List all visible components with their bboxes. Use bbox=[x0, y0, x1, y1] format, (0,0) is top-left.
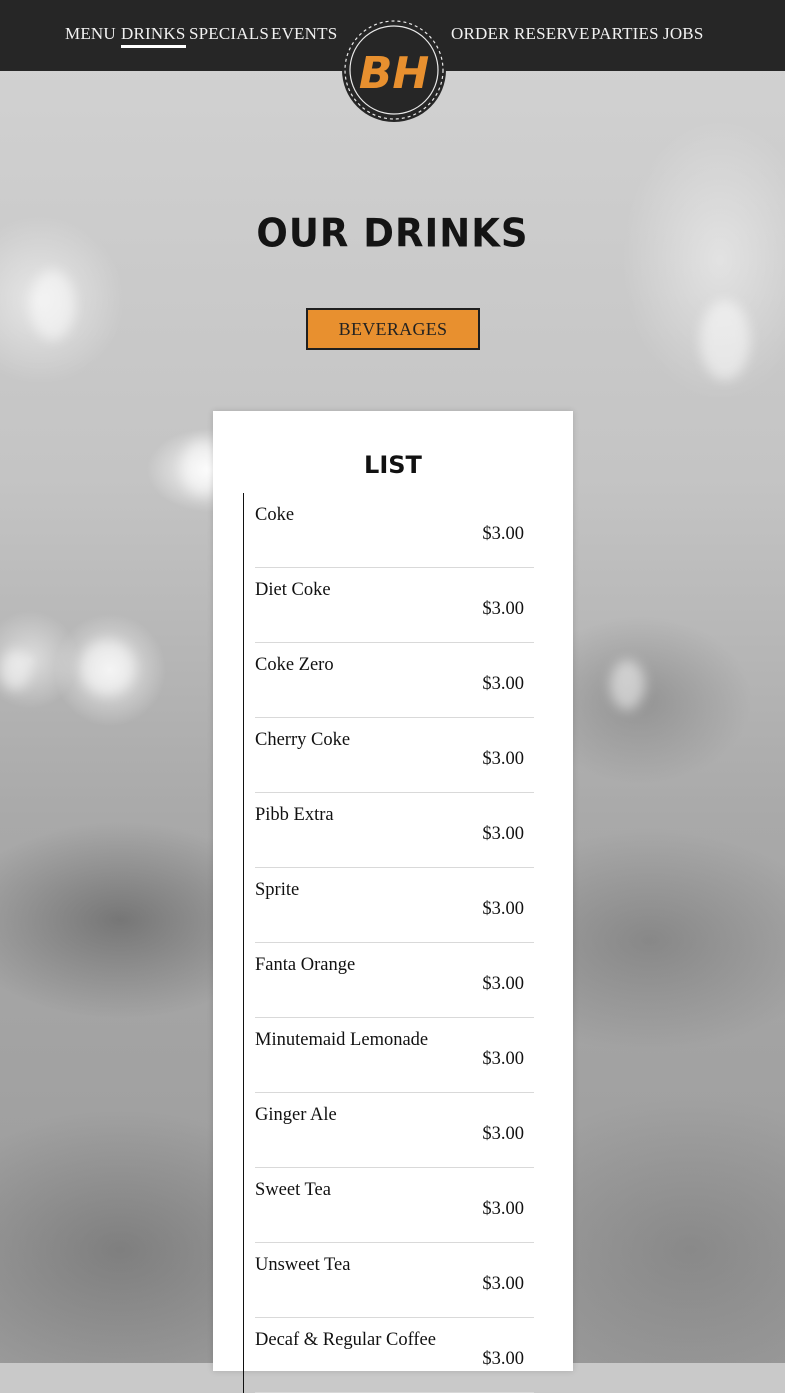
bh-logo[interactable]: BH bbox=[340, 16, 448, 124]
list-item: Minutemaid Lemonade $3.00 bbox=[255, 1018, 534, 1093]
list-item: Sprite $3.00 bbox=[255, 868, 534, 943]
item-name: Minutemaid Lemonade bbox=[255, 1030, 429, 1050]
nav-jobs[interactable]: JOBS bbox=[663, 24, 704, 44]
item-price: $3.00 bbox=[482, 1349, 524, 1369]
item-name: Fanta Orange bbox=[255, 955, 356, 975]
list-item: Coke Zero $3.00 bbox=[255, 643, 534, 718]
item-price: $3.00 bbox=[482, 599, 524, 619]
nav-parties[interactable]: PARTIES bbox=[591, 24, 659, 44]
nav-order[interactable]: ORDER bbox=[451, 24, 510, 44]
list-item: Cherry Coke $3.00 bbox=[255, 718, 534, 793]
list-item: Diet Coke $3.00 bbox=[255, 568, 534, 643]
item-name: Cherry Coke bbox=[255, 730, 351, 750]
beverages-button[interactable]: BEVERAGES bbox=[306, 308, 480, 350]
list-item: Pibb Extra $3.00 bbox=[255, 793, 534, 868]
item-price: $3.00 bbox=[482, 524, 524, 544]
nav-specials[interactable]: SPECIALS bbox=[189, 24, 269, 44]
list-item: Unsweet Tea $3.00 bbox=[255, 1243, 534, 1318]
item-price: $3.00 bbox=[482, 1199, 524, 1219]
list-item: Fanta Orange $3.00 bbox=[255, 943, 534, 1018]
item-price: $3.00 bbox=[482, 674, 524, 694]
nav-menu[interactable]: MENU bbox=[65, 24, 116, 44]
item-name: Coke Zero bbox=[255, 655, 334, 675]
item-name: Sprite bbox=[255, 880, 300, 900]
list-title: LIST bbox=[364, 451, 422, 479]
item-name: Coke bbox=[255, 505, 295, 525]
list-item: Sweet Tea $3.00 bbox=[255, 1168, 534, 1243]
drinks-list-card: LIST Coke $3.00 Diet Coke $3.00 Coke Zero $… bbox=[213, 411, 573, 1393]
item-name: Pibb Extra bbox=[255, 805, 334, 825]
item-price: $3.00 bbox=[482, 1049, 524, 1069]
nav-events[interactable]: EVENTS bbox=[271, 24, 337, 44]
logo-text: BH bbox=[359, 48, 429, 99]
nav-drinks[interactable]: DRINKS bbox=[121, 24, 186, 48]
item-name: Diet Coke bbox=[255, 580, 331, 600]
item-name: Unsweet Tea bbox=[255, 1255, 351, 1275]
item-name: Ginger Ale bbox=[255, 1105, 337, 1125]
item-price: $3.00 bbox=[482, 899, 524, 919]
item-name: Sweet Tea bbox=[255, 1180, 331, 1200]
item-name: Decaf & Regular Coffee bbox=[255, 1330, 436, 1350]
list-item: Ginger Ale $3.00 bbox=[255, 1093, 534, 1168]
page-title: OUR DRINKS bbox=[256, 210, 529, 257]
drinks-list: Coke $3.00 Diet Coke $3.00 Coke Zero $3.00 … bbox=[243, 493, 534, 1393]
item-price: $3.00 bbox=[482, 1274, 524, 1294]
item-price: $3.00 bbox=[482, 1124, 524, 1144]
item-price: $3.00 bbox=[482, 974, 524, 994]
list-item: Coke $3.00 bbox=[255, 493, 534, 568]
item-price: $3.00 bbox=[482, 824, 524, 844]
item-price: $3.00 bbox=[482, 749, 524, 769]
list-item: Decaf & Regular Coffee $3.00 bbox=[255, 1318, 534, 1393]
nav-reserve[interactable]: RESERVE bbox=[514, 24, 590, 44]
